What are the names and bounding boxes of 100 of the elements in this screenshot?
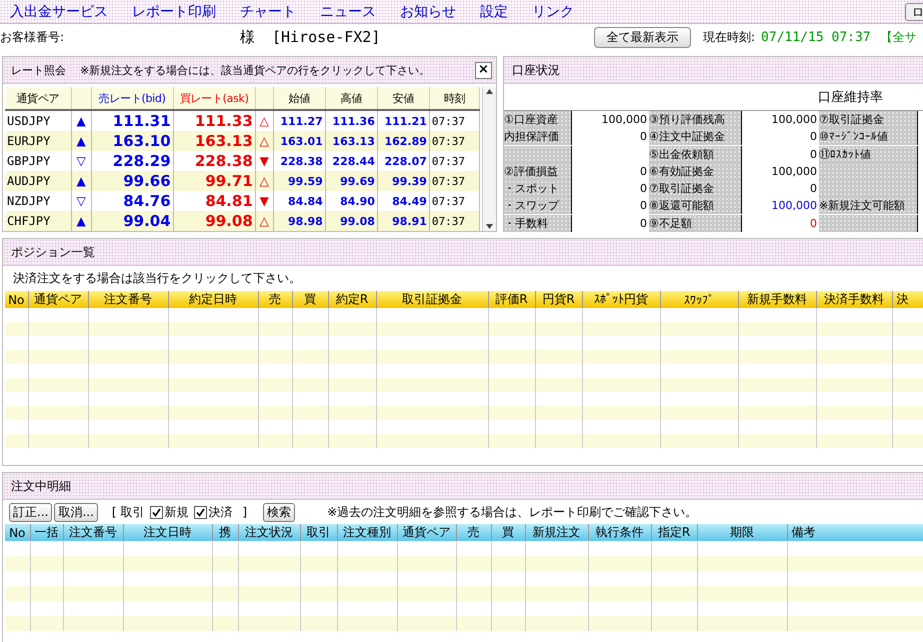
scrollbar[interactable] xyxy=(482,87,496,231)
account-value: 0 xyxy=(571,214,649,232)
bid-rate: 99.04 xyxy=(91,211,174,231)
account-value: 100,000 xyxy=(741,162,819,180)
column-header: 取引 xyxy=(300,524,337,541)
checkbox-label[interactable]: 決済 xyxy=(208,504,232,520)
low-price: 162.89 xyxy=(377,131,430,152)
menu-link[interactable]: リンク xyxy=(532,2,574,20)
account-label: 内担保評価 xyxy=(504,128,571,146)
column-header: ｽﾜｯﾌﾟ xyxy=(660,291,738,308)
close-button[interactable]: × xyxy=(475,62,492,78)
customer-number-label: お客様番号: xyxy=(0,28,66,46)
account-value: 0 xyxy=(571,128,649,146)
column-header: 注文種別 xyxy=(337,524,397,541)
bid-trend-mark: ▲ xyxy=(71,171,92,192)
instruction-text: ※過去の注文明細を参照する場合は、レポート印刷でご確認下さい。 xyxy=(327,504,698,520)
account-label: ⑦取引証拠金 xyxy=(649,180,741,198)
panel-title: 注文中明細 xyxy=(11,478,71,494)
menu-link[interactable]: チャート xyxy=(240,2,296,20)
menu-link[interactable]: レポート印刷 xyxy=(132,2,216,20)
account-value: 100,000 xyxy=(571,111,649,128)
column-header: No xyxy=(5,524,30,541)
rate-row[interactable]: CHFJPY ▲ 99.04 99.08 △ 98.98 99.08 98.91 07:37 xyxy=(5,211,480,231)
currency-pair: CHFJPY xyxy=(5,211,72,231)
account-value: 0 xyxy=(741,180,819,198)
time-cell: 07:37 xyxy=(429,171,480,192)
column-header: 注文状況 xyxy=(238,524,300,541)
column-header: 約定R xyxy=(328,291,376,308)
column-header: 一括 xyxy=(30,524,63,541)
open-price: 98.98 xyxy=(273,211,326,231)
time-cell: 07:37 xyxy=(429,131,480,152)
high-price: 99.08 xyxy=(325,211,378,231)
panel-title: レート照会 xyxy=(11,62,66,78)
account-label: ③預り評価残高 xyxy=(649,111,741,128)
bid-trend-mark: ▲ xyxy=(71,131,92,152)
filter-label: [ 取引 xyxy=(112,504,144,520)
account-label: ⑦取引証拠金 xyxy=(819,111,917,128)
rate-row[interactable]: AUDJPY ▲ 99.66 99.71 △ 99.59 99.69 99.39 07:37 xyxy=(5,171,480,192)
account-label: ⑤出金依頼額 xyxy=(649,146,741,163)
scroll-down-icon[interactable] xyxy=(485,222,494,231)
column-header: 通貨ペア xyxy=(397,524,456,541)
instruction-text: 決済注文をする場合は該当行をクリックして下さい。 xyxy=(13,270,301,287)
menu-button[interactable]: ロ xyxy=(905,2,923,20)
ask-rate: 99.71 xyxy=(173,171,256,192)
column-header: 注文番号 xyxy=(63,524,123,541)
bid-rate: 163.10 xyxy=(91,131,174,152)
column-header: 注文日時 xyxy=(123,524,212,541)
account-label: ②評価損益 xyxy=(504,162,571,180)
column-header: 売レート(bid) xyxy=(91,87,174,110)
column-header: 円貨R xyxy=(535,291,582,308)
menu-link[interactable]: お知らせ xyxy=(400,2,456,20)
account-label: ⑩ﾏｰｼﾞﾝｺｰﾙ値 xyxy=(819,128,917,146)
menu-link[interactable]: ニュース xyxy=(320,2,376,20)
column-header: 通貨ペア xyxy=(28,291,88,308)
currency-pair: EURJPY xyxy=(5,131,72,152)
column-header: ｽﾎﾟｯﾄ円貨 xyxy=(582,291,660,308)
column-header: 買 xyxy=(292,291,328,308)
account-label: ⑥有効証拠金 xyxy=(649,162,741,180)
column-header: 携 xyxy=(212,524,238,541)
checkbox-label[interactable]: 新規 xyxy=(164,504,188,520)
action-button[interactable]: 訂正... xyxy=(9,502,52,522)
column-header: 取引証拠金 xyxy=(376,291,488,308)
menu-link[interactable]: 入出金サービス xyxy=(10,2,108,20)
instruction-text: ※新規注文をする場合には、該当通貨ペアの行をクリックして下さい。 xyxy=(80,62,430,78)
rate-row[interactable]: EURJPY ▲ 163.10 163.13 △ 163.01 163.13 162.89 07:37 xyxy=(5,131,480,152)
current-time: 07/11/15 07:37 xyxy=(761,30,871,44)
ask-rate: 99.08 xyxy=(173,211,256,231)
column-header: 指定R xyxy=(651,524,697,541)
account-value: 0 xyxy=(741,214,819,232)
menu-link[interactable]: 設定 xyxy=(480,2,508,20)
search-button[interactable]: 検索 xyxy=(263,502,296,522)
column-header: 決 xyxy=(892,291,923,308)
column-header: 新規注文 xyxy=(525,524,588,541)
column-header: 備考 xyxy=(787,524,923,541)
column-header: 売 xyxy=(258,291,292,308)
account-label: ⑨不足額 xyxy=(649,214,741,232)
panel-title: 口座状況 xyxy=(512,62,560,78)
bid-rate: 99.66 xyxy=(91,171,174,192)
account-value: 0 xyxy=(741,146,819,163)
refresh-all-button[interactable]: 全て最新表示 xyxy=(594,26,691,48)
account-value: 0 xyxy=(571,197,649,214)
column-header: 新規手数料 xyxy=(738,291,816,308)
action-button[interactable]: 取消... xyxy=(54,502,98,522)
current-time-label: 現在時刻: xyxy=(703,28,756,46)
ask-trend-mark: △ xyxy=(255,131,274,152)
account-label: ・手数料 xyxy=(504,214,571,232)
column-header: 時刻 xyxy=(429,87,480,110)
bid-trend-mark: ▲ xyxy=(71,211,92,231)
high-price: 163.13 xyxy=(325,131,378,152)
low-price: 99.39 xyxy=(377,171,430,192)
high-price: 99.69 xyxy=(325,171,378,192)
checkbox[interactable] xyxy=(194,506,208,518)
scroll-up-icon[interactable] xyxy=(485,87,494,96)
column-header: 売 xyxy=(456,524,491,541)
filter-bracket: ] xyxy=(242,505,248,519)
currency-pair: AUDJPY xyxy=(5,171,72,192)
account-label: ⑧返還可能額 xyxy=(649,197,741,214)
account-value: 0 xyxy=(571,180,649,198)
checkbox[interactable] xyxy=(150,506,164,518)
column-header: 約定日時 xyxy=(168,291,258,308)
